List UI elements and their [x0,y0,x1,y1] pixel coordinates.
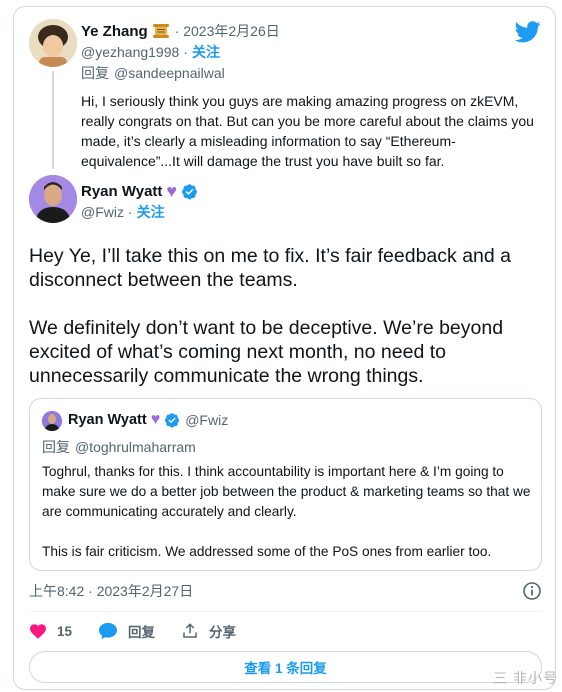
main-author-row: Ryan Wyatt ♥ [81,181,198,202]
reply-author-row: Ye Zhang · 2023年2月26日 [81,21,280,41]
follow-button[interactable]: 关注 [192,42,220,62]
verified-badge-icon [182,184,198,200]
avatar[interactable] [29,19,77,67]
reply-bubble-icon [99,622,118,640]
replying-to-handle[interactable]: @sandeepnailwal [114,65,225,81]
divider [29,611,542,612]
separator-dot: · [127,204,133,220]
avatar [42,411,62,431]
watermark: 三 非小号 [493,670,558,686]
replying-to-line: 回复 @sandeepnailwal [81,63,225,83]
replying-prefix: 回复 [42,439,70,455]
avatar[interactable] [29,175,77,223]
verified-badge-icon [165,413,180,428]
like-count: 15 [57,623,73,639]
reply-tweet-text: Hi, I seriously think you guys are makin… [81,93,534,169]
quoted-tweet-paragraph: This is fair criticism. We addressed som… [42,544,492,559]
thread-connector-line [52,71,54,169]
main-tweet-text: Hey Ye, I’ll take this on me to fix. It’… [29,244,544,388]
quoted-tweet-text: Toghrul, thanks for this. I think accoun… [42,462,532,562]
quoted-author-name: Ryan Wyatt [68,412,147,428]
tweet-timestamp[interactable]: 上午8:42 · 2023年2月27日 [29,583,193,599]
view-replies-label: 查看 1 条回复 [244,661,327,676]
reply-handle-row: @yezhang1998 · 关注 [81,42,220,62]
quoted-handle: @Fwiz [185,412,229,428]
like-button[interactable]: 15 [29,623,72,639]
replying-to-handle: @toghrulmaharram [75,439,196,455]
share-icon [183,623,197,638]
embedded-tweet-card: Ye Zhang · 2023年2月26日 @yezhang1998 · 关注 … [13,6,556,690]
share-label: 分享 [209,625,237,640]
reply-date[interactable]: · 2023年2月26日 [175,21,280,41]
replying-prefix: 回复 [81,65,109,81]
purple-heart-icon: ♥ [166,181,178,201]
heart-icon [30,624,46,639]
quoted-author-row: Ryan Wyatt ♥ @Fwiz [68,411,228,429]
main-tweet-paragraph: Hey Ye, I’ll take this on me to fix. It’… [29,245,511,291]
info-icon[interactable] [522,581,542,601]
main-handle[interactable]: @Fwiz [81,204,124,220]
reply-button[interactable]: 回复 [98,621,155,641]
share-button[interactable]: 分享 [181,621,236,641]
reply-label: 回复 [128,625,156,640]
view-replies-button[interactable]: 查看 1 条回复 [29,651,542,683]
twitter-bird-icon[interactable] [515,21,541,43]
main-author-name[interactable]: Ryan Wyatt [81,183,162,200]
scroll-emoji-icon [152,24,169,38]
separator-dot: · [183,44,188,60]
reply-handle[interactable]: @yezhang1998 [81,44,179,60]
purple-heart-icon: ♥ [150,411,161,428]
quoted-tweet[interactable]: Ryan Wyatt ♥ @Fwiz 回复 @toghrulmaharram T… [29,398,542,571]
main-handle-row: @Fwiz · 关注 [81,202,165,222]
timestamp-row: 上午8:42 · 2023年2月27日 [29,581,542,601]
quoted-tweet-paragraph: Toghrul, thanks for this. I think accoun… [42,464,531,519]
reply-author-name[interactable]: Ye Zhang [81,23,148,40]
follow-button[interactable]: 关注 [137,202,165,222]
tweet-actions: 15 回复 分享 [29,619,262,643]
quoted-replying-line: 回复 @toghrulmaharram [42,437,196,457]
main-tweet-paragraph: We definitely don’t want to be deceptive… [29,317,504,387]
